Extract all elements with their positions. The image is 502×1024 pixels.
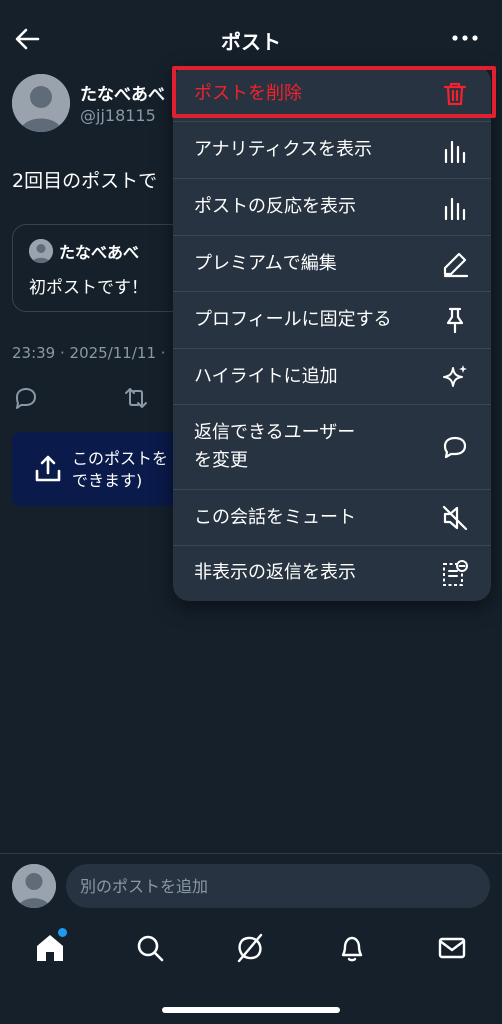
menu-item-pin-to-profile[interactable]: プロフィールに固定する bbox=[173, 292, 491, 349]
menu-item-label: ポストの反応を表示 bbox=[194, 196, 356, 217]
menu-item-label: ポストを削除 bbox=[194, 83, 302, 104]
home-indicator bbox=[162, 1007, 340, 1013]
speech-bubble-icon bbox=[443, 436, 467, 459]
top-bar: ポスト bbox=[0, 0, 502, 76]
page-title: ポスト bbox=[221, 30, 281, 54]
quote-avatar bbox=[29, 239, 53, 263]
quote-text: 初ポストです！ bbox=[29, 278, 148, 298]
menu-item-label-line2: を変更 bbox=[194, 450, 248, 471]
avatar[interactable] bbox=[12, 74, 70, 132]
menu-item-add-to-highlights[interactable]: ハイライトに追加 bbox=[173, 349, 491, 405]
menu-item-label: プロフィールに固定する bbox=[194, 309, 392, 330]
more-horizontal-icon[interactable] bbox=[450, 26, 480, 50]
upload-icon bbox=[35, 455, 61, 482]
menu-item-label: ハイライトに追加 bbox=[194, 366, 338, 387]
pin-icon bbox=[446, 307, 464, 334]
search-icon[interactable] bbox=[134, 932, 166, 964]
quote-author-name: たなべあべ bbox=[59, 243, 140, 262]
menu-item-edit-with-premium[interactable]: プレミアムで編集 bbox=[173, 236, 491, 292]
post-timestamp: 23:39 · 2025/11/11 · bbox=[12, 344, 166, 362]
add-post-input[interactable] bbox=[66, 864, 490, 908]
menu-item-mute-conversation[interactable]: この会話をミュート bbox=[173, 490, 491, 546]
menu-item-change-reply-settings[interactable]: 返信できるユーザー を変更 bbox=[173, 405, 491, 490]
menu-item-analytics[interactable]: アナリティクスを表示 bbox=[173, 122, 491, 179]
mail-icon[interactable] bbox=[436, 932, 468, 964]
hidden-replies-icon bbox=[443, 560, 468, 586]
menu-item-label: 非表示の返信を表示 bbox=[194, 562, 356, 583]
share-banner-line2: できます) bbox=[72, 471, 143, 490]
menu-item-label-line1: 返信できるユーザー bbox=[194, 422, 356, 443]
author-handle[interactable]: @jj18115 bbox=[80, 106, 156, 125]
menu-item-label: この会話をミュート bbox=[194, 507, 356, 528]
bell-icon[interactable] bbox=[336, 932, 368, 964]
analytics-icon bbox=[444, 197, 466, 221]
composer-avatar bbox=[12, 864, 56, 908]
grok-icon[interactable] bbox=[234, 932, 266, 964]
default-avatar-icon bbox=[29, 239, 53, 263]
author-name[interactable]: たなべあべ bbox=[80, 80, 165, 105]
menu-item-delete-post[interactable]: ポストを削除 bbox=[173, 66, 491, 122]
menu-item-view-hidden-replies[interactable]: 非表示の返信を表示 bbox=[173, 546, 491, 601]
menu-item-label: 返信できるユーザー を変更 bbox=[194, 419, 355, 475]
sparkle-icon bbox=[443, 365, 467, 387]
mute-icon bbox=[442, 505, 468, 531]
trash-icon bbox=[443, 82, 467, 106]
post-text: 2回目のポストで bbox=[12, 170, 158, 192]
menu-item-label: プレミアムで編集 bbox=[194, 253, 337, 274]
menu-item-label: アナリティクスを表示 bbox=[194, 139, 373, 160]
analytics-icon bbox=[444, 140, 466, 164]
reply-icon[interactable] bbox=[12, 384, 40, 412]
share-banner-line1: このポストを bbox=[72, 449, 169, 468]
post-options-menu: ポストを削除 アナリティクスを表示 ポストの反応を表示 プレミアムで編集 プロフ… bbox=[173, 66, 491, 601]
default-avatar-icon bbox=[12, 74, 70, 132]
composer-divider bbox=[0, 853, 502, 854]
pencil-icon bbox=[443, 252, 469, 278]
menu-item-post-engagements[interactable]: ポストの反応を表示 bbox=[173, 179, 491, 236]
notification-dot bbox=[58, 928, 67, 937]
share-banner-text: このポストを できます) bbox=[72, 448, 182, 492]
repost-icon[interactable] bbox=[122, 384, 150, 412]
default-avatar-icon bbox=[12, 864, 56, 908]
